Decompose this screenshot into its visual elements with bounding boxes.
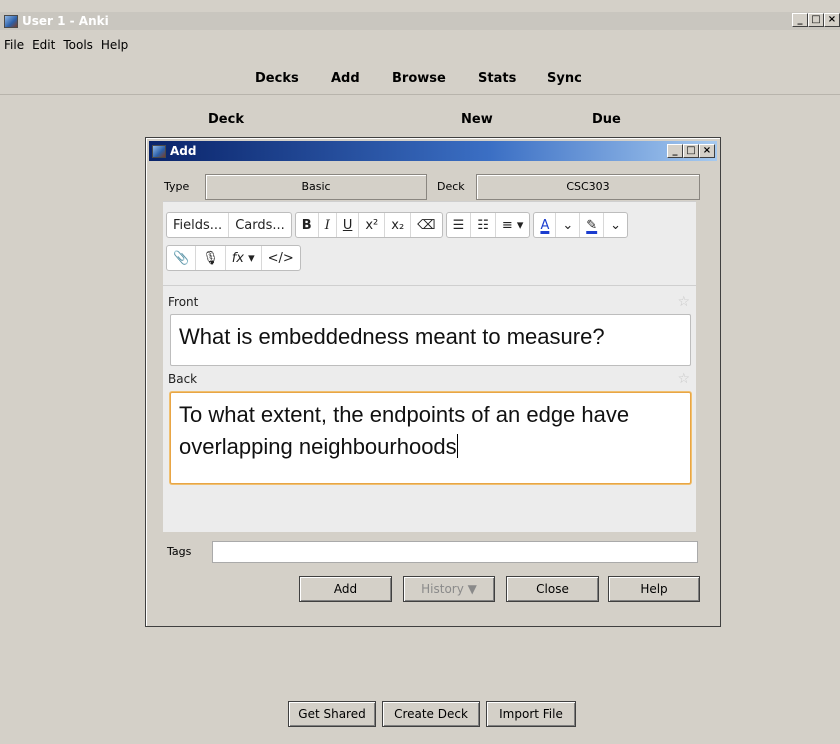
text-cursor — [456, 434, 458, 458]
paperclip-icon[interactable]: 📎 — [167, 246, 197, 270]
numbered-list-icon[interactable]: ☷ — [471, 213, 496, 237]
add-button[interactable]: Add — [299, 576, 392, 602]
anki-dialog-icon — [152, 144, 166, 158]
highlight-chevron-icon[interactable]: ⌄ — [604, 213, 627, 237]
editor-toolbar-row-2: 📎 🎙 fx ▾ </> — [166, 245, 301, 271]
new-column-header: New — [461, 112, 493, 127]
subscript-button[interactable]: x₂ — [385, 213, 412, 237]
back-pin-icon[interactable]: ☆ — [677, 371, 690, 387]
toolbar-browse[interactable]: Browse — [392, 69, 446, 88]
add-dialog: Add _ □ × Type Basic Deck CSC303 Fields.… — [145, 137, 721, 627]
italic-button[interactable]: I — [319, 213, 337, 237]
microphone-icon[interactable]: 🎙 — [196, 246, 226, 270]
cards-button[interactable]: Cards... — [229, 213, 291, 237]
tags-input[interactable] — [212, 541, 698, 563]
media-group: 📎 🎙 fx ▾ </> — [166, 245, 301, 271]
math-function-icon[interactable]: fx ▾ — [226, 246, 262, 270]
text-color-chevron-icon[interactable]: ⌄ — [556, 213, 581, 237]
dialog-close-button[interactable]: × — [699, 144, 715, 158]
back-field-label: Back — [168, 372, 198, 386]
toolbar-sync[interactable]: Sync — [547, 69, 582, 88]
superscript-button[interactable]: x² — [359, 213, 386, 237]
toolbar-decks[interactable]: Decks — [255, 69, 299, 88]
history-button[interactable]: History ▼ — [403, 576, 495, 602]
editor-toolbar-row-1: Fields... Cards... B I U x² x₂ ⌫ ☰ ☷ ≡ ▾ — [166, 212, 629, 238]
note-type-selector[interactable]: Basic — [205, 174, 427, 200]
import-file-button[interactable]: Import File — [486, 701, 576, 727]
add-dialog-titlebar[interactable]: Add _ □ × — [149, 141, 717, 161]
front-field-label: Front — [168, 295, 199, 309]
dialog-window-controls: _ □ × — [667, 144, 715, 158]
html-editor-icon[interactable]: </> — [262, 246, 300, 270]
help-button[interactable]: Help — [608, 576, 700, 602]
maximize-button[interactable]: □ — [808, 13, 824, 27]
menu-file[interactable]: File — [0, 38, 28, 55]
tags-label: Tags — [167, 545, 192, 558]
bold-button[interactable]: B — [296, 213, 319, 237]
menu-tools[interactable]: Tools — [59, 38, 97, 55]
bullet-list-icon[interactable]: ☰ — [447, 213, 472, 237]
text-color-icon[interactable]: A — [534, 213, 557, 237]
window-title: User 1 - Anki — [22, 14, 109, 28]
back-field[interactable]: To what extent, the endpoints of an edge… — [170, 392, 691, 484]
toolbar-divider — [163, 285, 696, 286]
front-field[interactable]: What is embeddedness meant to measure? — [170, 314, 691, 366]
get-shared-button[interactable]: Get Shared — [288, 701, 376, 727]
back-field-line-2: overlapping neighbourhoods — [179, 434, 457, 459]
list-align-group: ☰ ☷ ≡ ▾ — [445, 212, 531, 238]
main-window-titlebar[interactable]: User 1 - Anki _ □ × — [0, 12, 840, 30]
format-group: B I U x² x₂ ⌫ — [294, 212, 443, 238]
highlight-icon[interactable]: ✎ — [580, 213, 605, 237]
due-column-header: Due — [592, 112, 621, 127]
close-window-button[interactable]: × — [824, 13, 840, 27]
create-deck-button[interactable]: Create Deck — [382, 701, 480, 727]
window-controls: _ □ × — [792, 13, 840, 27]
type-label: Type — [164, 180, 190, 193]
toolbar-add[interactable]: Add — [331, 69, 360, 88]
menu-help[interactable]: Help — [97, 38, 132, 55]
toolbar-stats[interactable]: Stats — [478, 69, 516, 88]
menu-edit[interactable]: Edit — [28, 38, 59, 55]
main-toolbar: Decks Add Browse Stats Sync — [0, 65, 840, 95]
add-dialog-title: Add — [170, 144, 197, 158]
dialog-minimize-button[interactable]: _ — [667, 144, 683, 158]
fields-button[interactable]: Fields... — [167, 213, 230, 237]
menu-bar: File Edit Tools Help — [0, 38, 132, 55]
deck-selector[interactable]: CSC303 — [476, 174, 700, 200]
front-pin-icon[interactable]: ☆ — [677, 294, 690, 310]
type-deck-row: Type Basic Deck CSC303 — [162, 174, 702, 200]
minimize-button[interactable]: _ — [792, 13, 808, 27]
deck-column-header: Deck — [208, 112, 244, 127]
close-button[interactable]: Close — [506, 576, 599, 602]
align-icon[interactable]: ≡ ▾ — [496, 213, 530, 237]
anki-app-icon — [4, 14, 18, 28]
eraser-icon[interactable]: ⌫ — [411, 213, 441, 237]
editor-panel: Fields... Cards... B I U x² x₂ ⌫ ☰ ☷ ≡ ▾ — [163, 201, 696, 532]
front-field-text: What is embeddedness meant to measure? — [179, 324, 605, 349]
underline-button[interactable]: U — [337, 213, 360, 237]
fields-cards-group: Fields... Cards... — [166, 212, 292, 238]
deck-label: Deck — [437, 180, 465, 193]
color-group: A ⌄ ✎ ⌄ — [533, 212, 629, 238]
back-field-line-1: To what extent, the endpoints of an edge… — [179, 402, 630, 427]
dialog-maximize-button[interactable]: □ — [683, 144, 699, 158]
